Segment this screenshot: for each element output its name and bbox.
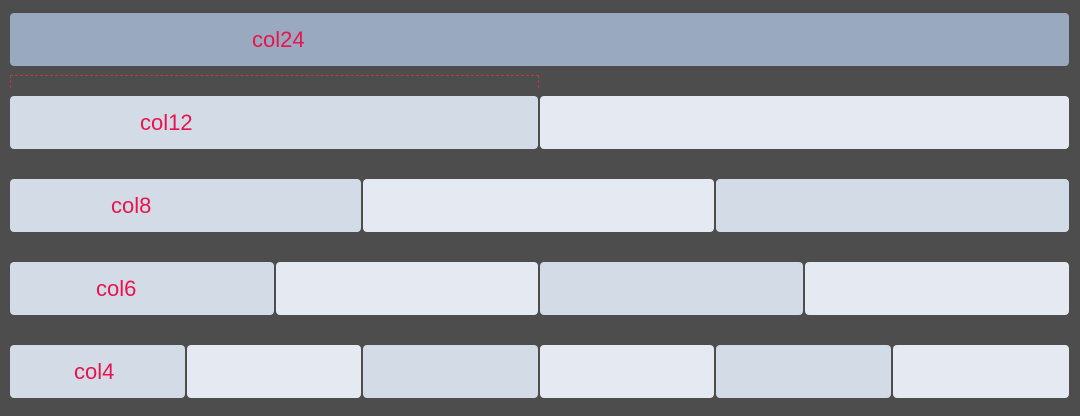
grid-cell (187, 345, 361, 398)
grid-cell (540, 96, 1069, 149)
grid-cell (716, 179, 1069, 232)
grid-cell (805, 262, 1069, 315)
grid-row-col12: col12 (10, 96, 1069, 149)
grid-row-col4: col4 (10, 345, 1069, 398)
grid-cell (363, 179, 714, 232)
grid-cell (10, 13, 1069, 66)
grid-cell (540, 262, 803, 315)
grid-cell (540, 345, 714, 398)
grid-cell (893, 345, 1069, 398)
row-label-col24: col24 (252, 27, 305, 52)
span-guide-bracket (10, 75, 539, 88)
grid-row-col24: col24 (10, 13, 1069, 66)
grid-cell (363, 345, 538, 398)
row-label-col4: col4 (74, 359, 115, 384)
grid-row-col8: col8 (10, 179, 1069, 232)
grid-cell (276, 262, 538, 315)
grid-cell (716, 345, 891, 398)
grid-demo: col24 col12 col8 col6 col4 (0, 0, 1080, 416)
grid-cell (10, 262, 274, 315)
grid-cell (10, 96, 538, 149)
grid-cell (10, 179, 361, 232)
row-label-col12: col12 (140, 110, 193, 135)
row-label-col8: col8 (111, 193, 152, 218)
row-label-col6: col6 (96, 276, 137, 301)
grid-row-col6: col6 (10, 262, 1069, 315)
